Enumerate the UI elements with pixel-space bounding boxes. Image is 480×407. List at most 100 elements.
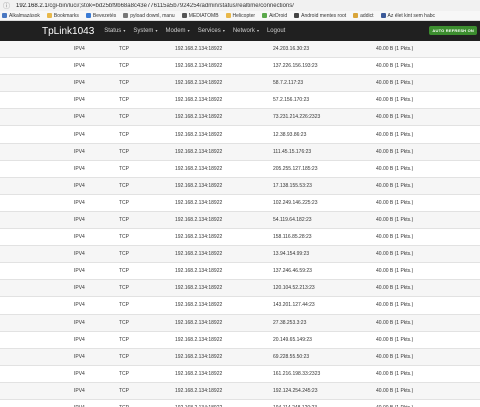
destination-cell: 13.94.154.99:23	[273, 251, 310, 258]
bookmark-item[interactable]: Android mentes root	[294, 13, 346, 19]
bookmark-item[interactable]: Helicopter	[225, 13, 255, 19]
menu-modem[interactable]: Modem ▾	[166, 28, 190, 34]
url-host: 192.168.2.1	[16, 2, 48, 9]
menu-system[interactable]: System ▾	[133, 28, 157, 34]
transfer-cell: 40.00 B (1 Pkts.)	[376, 182, 414, 189]
table-row: IPV4 TCP 192.168.2.134:18922 57.2.156.170:2…	[0, 92, 480, 110]
source-cell: 192.168.2.134:18922	[175, 268, 223, 275]
address-bar[interactable]: ⓘ 192.168.2.1/cgi-bin/luci/;stok=bd25bf9…	[0, 0, 480, 11]
table-row: IPV4 TCP 192.168.2.134:18922 137.226.156.19…	[0, 58, 480, 76]
table-row: IPV4 TCP 192.168.2.134:18922 205.255.127.18…	[0, 160, 480, 178]
bookmark-icon	[85, 13, 91, 18]
destination-cell: 58.7.2.117:23	[273, 80, 304, 87]
protocol-cell: TCP	[119, 182, 129, 189]
protocol-cell: TCP	[119, 234, 129, 241]
protocol-cell: TCP	[119, 114, 129, 121]
protocol-cell: TCP	[119, 131, 129, 138]
destination-cell: 57.2.156.170:23	[273, 97, 310, 104]
network-cell: IPV4	[74, 216, 85, 223]
table-row: IPV4 TCP 192.168.2.134:18922 17.138.155.53:…	[0, 177, 480, 195]
protocol-cell: TCP	[119, 148, 129, 155]
bookmark-label: Alkalmazások	[9, 12, 40, 19]
source-cell: 192.168.2.134:18922	[175, 131, 223, 138]
source-cell: 192.168.2.134:18922	[175, 251, 223, 258]
transfer-cell: 40.00 B (1 Pkts.)	[376, 319, 414, 326]
network-cell: IPV4	[74, 199, 85, 206]
source-cell: 192.168.2.134:18922	[175, 285, 223, 292]
url-text[interactable]: 192.168.2.1/cgi-bin/luci/;stok=bd25bf9b6…	[16, 3, 294, 9]
network-cell: IPV4	[74, 80, 85, 87]
source-cell: 192.168.2.134:18922	[175, 319, 223, 326]
protocol-cell: TCP	[119, 353, 129, 360]
bookmark-item[interactable]: AirDroid	[262, 13, 287, 19]
table-row: IPV4 TCP 192.168.2.134:18922 24.203.16.30:2…	[0, 41, 480, 59]
menu-network[interactable]: Network ▾	[233, 28, 259, 34]
bookmark-label: Az élet kint sem habc	[387, 12, 436, 19]
protocol-cell: TCP	[119, 63, 129, 70]
source-cell: 192.168.2.134:18922	[175, 353, 223, 360]
bookmark-icon	[225, 13, 231, 18]
bookmark-icon	[181, 13, 187, 18]
destination-cell: 111.45.15.176:23	[273, 148, 312, 155]
table-row: IPV4 TCP 192.168.2.134:18922 111.45.15.176:…	[0, 143, 480, 161]
protocol-cell: TCP	[119, 319, 129, 326]
source-cell: 192.168.2.134:18922	[175, 148, 223, 155]
main-menu: Status ▾ System ▾ Modem ▾ Services ▾ Net…	[104, 28, 293, 34]
bookmark-item[interactable]: addict	[353, 13, 374, 19]
bookmark-label: MEDIATOMB	[188, 12, 219, 19]
bookmark-icon	[380, 13, 386, 18]
protocol-cell: TCP	[119, 165, 129, 172]
source-cell: 192.168.2.134:18922	[175, 97, 223, 104]
table-row: IPV4 TCP 192.168.2.134:18922 58.7.2.117:23 4…	[0, 75, 480, 93]
caret-down-icon: ▾	[122, 28, 126, 33]
table-row: IPV4 TCP 192.168.2.134:18922 143.201.127.44…	[0, 297, 480, 315]
network-cell: IPV4	[74, 114, 85, 121]
connections-table: IPV4 TCP 192.168.2.134:18922 24.203.16.30:2…	[0, 41, 480, 407]
menu-logout[interactable]: Logout	[267, 28, 285, 34]
network-cell: IPV4	[74, 285, 85, 292]
transfer-cell: 40.00 B (1 Pkts.)	[376, 353, 414, 360]
transfer-cell: 40.00 B (1 Pkts.)	[376, 97, 414, 104]
destination-cell: 137.226.156.193:23	[273, 63, 318, 70]
menu-services[interactable]: Services ▾	[198, 28, 225, 34]
source-cell: 192.168.2.134:18922	[175, 114, 223, 121]
bookmark-item[interactable]: Bookmarks	[46, 13, 79, 19]
source-cell: 192.168.2.134:18922	[175, 302, 223, 309]
network-cell: IPV4	[74, 97, 85, 104]
transfer-cell: 40.00 B (1 Pkts.)	[376, 234, 414, 241]
network-cell: IPV4	[74, 336, 85, 343]
router-brand[interactable]: TpLink1043	[42, 26, 94, 37]
caret-down-icon: ▾	[154, 28, 158, 33]
reload-icon[interactable]: ⓘ	[3, 1, 12, 11]
protocol-cell: TCP	[119, 80, 129, 87]
bookmark-item[interactable]: Bevezetés	[85, 12, 117, 19]
network-cell: IPV4	[74, 234, 85, 241]
menu-status[interactable]: Status ▾	[104, 28, 125, 34]
network-cell: IPV4	[74, 63, 85, 70]
transfer-cell: 40.00 B (1 Pkts.)	[376, 63, 414, 70]
bookmark-label: Bevezetés	[92, 12, 117, 19]
destination-cell: 24.203.16.30:23	[273, 46, 310, 53]
source-cell: 192.168.2.134:18922	[175, 387, 223, 394]
protocol-cell: TCP	[119, 336, 129, 343]
destination-cell: 12.38.93.86:23	[273, 131, 307, 138]
source-cell: 192.168.2.134:18922	[175, 234, 223, 241]
source-cell: 192.168.2.134:18922	[175, 182, 223, 189]
network-cell: IPV4	[74, 46, 85, 53]
destination-cell: 143.201.127.44:23	[273, 302, 315, 309]
bookmark-item[interactable]: Alkalmazások	[2, 13, 40, 19]
transfer-cell: 40.00 B (1 Pkts.)	[376, 302, 414, 309]
transfer-cell: 40.00 B (1 Pkts.)	[376, 114, 414, 121]
table-row: IPV4 TCP 192.168.2.134:18922 137.246.46.59:…	[0, 263, 480, 281]
transfer-cell: 40.00 B (1 Pkts.)	[376, 131, 414, 138]
bookmark-item[interactable]: pyload downl, manu	[123, 13, 175, 19]
bookmark-item[interactable]: MEDIATOMB	[181, 12, 219, 19]
source-cell: 192.168.2.134:18922	[175, 63, 223, 70]
auto-refresh-badge[interactable]: AUTO REFRESH ON	[429, 26, 477, 35]
caret-down-icon: ▾	[255, 28, 259, 33]
transfer-cell: 40.00 B (1 Pkts.)	[376, 46, 414, 53]
bookmark-item[interactable]: Az élet kint sem habc	[380, 12, 436, 19]
destination-cell: 137.246.46.59:23	[273, 268, 312, 275]
transfer-cell: 40.00 B (1 Pkts.)	[376, 268, 414, 275]
protocol-cell: TCP	[119, 370, 129, 377]
